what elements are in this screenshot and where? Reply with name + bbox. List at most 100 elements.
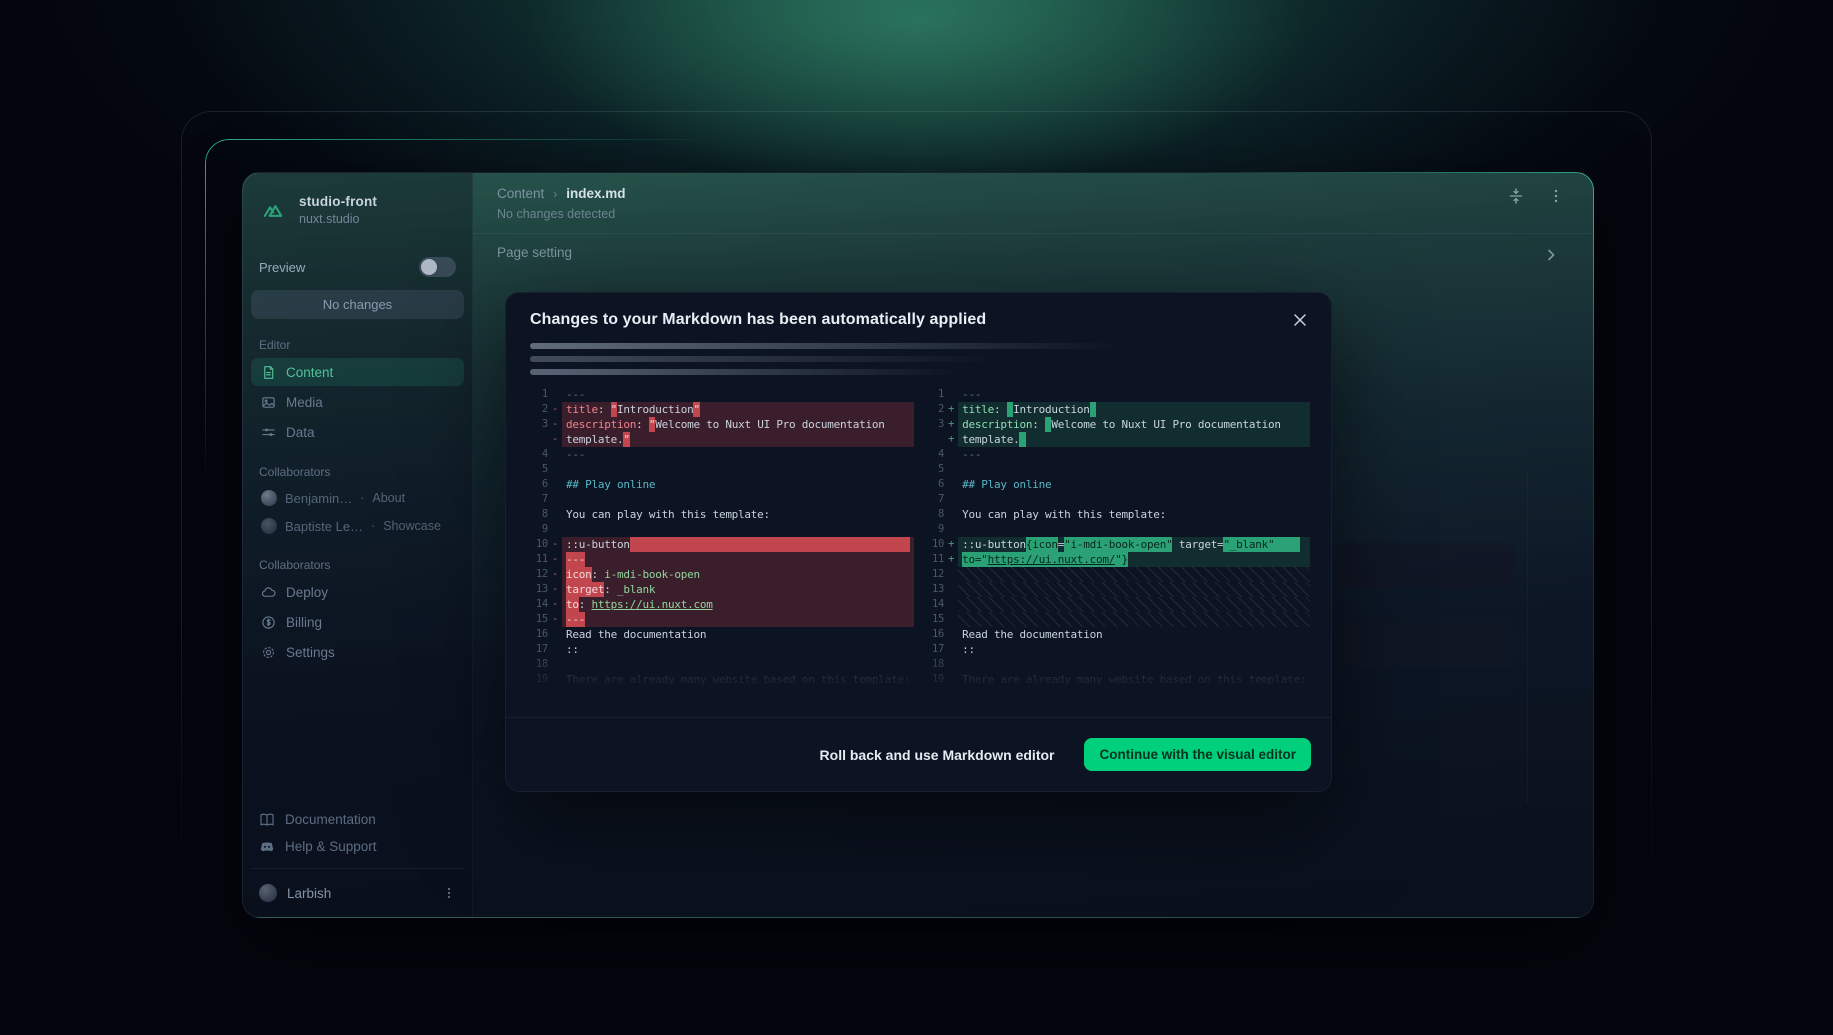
diff-pane-after: 1---2+title: Introduction 3+description:…: [924, 387, 1310, 691]
book-icon: [259, 812, 275, 828]
description-skeleton: [530, 343, 1122, 349]
close-icon[interactable]: [1289, 309, 1311, 331]
diff-row: 13: [924, 582, 1310, 597]
sidebar-item-label: Data: [286, 425, 315, 440]
collaborator-row[interactable]: Baptiste Le… · Showcase: [251, 513, 464, 539]
collaborator-name: Baptiste Le…: [285, 519, 363, 534]
diff-row: 11+to="https://ui.nuxt.com/"}: [924, 552, 1310, 567]
continue-visual-editor-button[interactable]: Continue with the visual editor: [1084, 738, 1311, 771]
separator-dot: ·: [371, 519, 375, 533]
sidebar-item-content[interactable]: Content: [251, 358, 464, 386]
diff-row: 16Read the documentation: [528, 627, 914, 642]
diff-row: 17::: [924, 642, 1310, 657]
breadcrumb-current[interactable]: index.md: [566, 186, 625, 201]
gear-icon: [261, 645, 276, 660]
diff-row: 4---: [528, 447, 914, 462]
diff-row: 13-target: _blank: [528, 582, 914, 597]
collaborator-row[interactable]: Benjamin… · About: [251, 485, 464, 511]
chevron-right-icon[interactable]: [1543, 247, 1559, 263]
no-changes-button[interactable]: No changes: [251, 290, 464, 319]
change-status: No changes detected: [473, 201, 1593, 221]
sidebar-item-data[interactable]: Data: [251, 418, 464, 446]
diff-row: 11----: [528, 552, 914, 567]
sidebar-item-label: Media: [286, 395, 323, 410]
sidebar-item-label: Billing: [286, 615, 322, 630]
diff-row: 18: [528, 657, 914, 672]
sliders-icon: [261, 425, 276, 440]
sidebar-item-media[interactable]: Media: [251, 388, 464, 416]
diff-row: 8You can play with this template:: [528, 507, 914, 522]
diff-row: 16Read the documentation: [924, 627, 1310, 642]
diff-row: 2+title: Introduction: [924, 402, 1310, 417]
rollback-button[interactable]: Roll back and use Markdown editor: [820, 747, 1055, 763]
sidebar-item-settings[interactable]: Settings: [251, 638, 464, 666]
kebab-menu-icon[interactable]: [442, 886, 456, 900]
avatar: [261, 490, 277, 506]
discord-icon: [259, 839, 275, 855]
dollar-circle-icon: [261, 615, 276, 630]
diff-row: 18: [924, 657, 1310, 672]
help-support-label: Help & Support: [285, 839, 377, 854]
diff-row: 14: [924, 597, 1310, 612]
divider: [251, 868, 464, 869]
section-label-editor: Editor: [259, 338, 456, 352]
diff-row: 3+description: Welcome to Nuxt UI Pro do…: [924, 417, 1310, 432]
project-name: studio-front: [299, 194, 377, 209]
diff-row: 6## Play online: [924, 477, 1310, 492]
diff-row: 9: [528, 522, 914, 537]
diff-row: 17::: [528, 642, 914, 657]
sidebar: studio-front nuxt.studio Preview No chan…: [243, 173, 473, 917]
panel-edge: [1527, 473, 1528, 803]
section-label-collaborators: Collaborators: [259, 465, 456, 479]
diff-row: 6## Play online: [528, 477, 914, 492]
collaborator-name: Benjamin…: [285, 491, 352, 506]
diff-row: 5: [924, 462, 1310, 477]
page-setting-label[interactable]: Page setting: [497, 245, 572, 260]
diff-row: 1---: [924, 387, 1310, 402]
diff-row: 4---: [924, 447, 1310, 462]
diff-row: 15----: [528, 612, 914, 627]
diff-row: 9: [924, 522, 1310, 537]
form-field-skeleton: [1335, 620, 1515, 667]
help-support-link[interactable]: Help & Support: [251, 833, 464, 860]
sidebar-item-deploy[interactable]: Deploy: [251, 578, 464, 606]
sidebar-item-label: Content: [286, 365, 333, 380]
description-skeleton: [530, 356, 998, 362]
diff-row: -template.": [528, 432, 914, 447]
merge-arrows-icon[interactable]: [1507, 187, 1525, 205]
window-menu-kebab-icon[interactable]: [1547, 187, 1565, 205]
nuxt-logo-icon: [261, 197, 287, 223]
diff-row: 3-description: "Welcome to Nuxt UI Pro d…: [528, 417, 914, 432]
breadcrumb: Content › index.md: [473, 173, 1593, 201]
toggle-knob: [421, 259, 437, 275]
diff-row: 12-icon: i-mdi-book-open: [528, 567, 914, 582]
diff-row: 14-to: https://ui.nuxt.com: [528, 597, 914, 612]
collaborator-page: About: [372, 491, 405, 505]
preview-toggle[interactable]: [419, 257, 456, 277]
user-avatar: [259, 884, 277, 902]
separator-dot: ·: [360, 491, 364, 505]
diff-row: 19There are already many website based o…: [528, 672, 914, 687]
document-icon: [261, 365, 276, 380]
cloud-icon: [261, 585, 276, 600]
sidebar-item-billing[interactable]: Billing: [251, 608, 464, 636]
documentation-label: Documentation: [285, 812, 376, 827]
diff-row: 10-::u-button: [528, 537, 914, 552]
diff-row: 7: [528, 492, 914, 507]
diff-row: 1---: [528, 387, 914, 402]
project-switcher[interactable]: studio-front nuxt.studio: [251, 187, 464, 233]
diff-row: 10+::u-button{icon="i-mdi-book-open" tar…: [924, 537, 1310, 552]
image-icon: [261, 395, 276, 410]
sidebar-item-label: Settings: [286, 645, 335, 660]
divider: [473, 233, 1593, 234]
diff-row: 15: [924, 612, 1310, 627]
diff-view: 1---2-title: "Introduction"3-description…: [506, 375, 1331, 691]
modal-title: Changes to your Markdown has been automa…: [530, 311, 1307, 329]
diff-row: 5: [528, 462, 914, 477]
user-menu[interactable]: Larbish: [251, 877, 464, 909]
breadcrumb-parent[interactable]: Content: [497, 186, 544, 201]
form-field-skeleton: [1335, 543, 1515, 588]
documentation-link[interactable]: Documentation: [251, 806, 464, 833]
section-label-project: Collaborators: [259, 558, 456, 572]
diff-row: 19There are already many website based o…: [924, 672, 1310, 687]
